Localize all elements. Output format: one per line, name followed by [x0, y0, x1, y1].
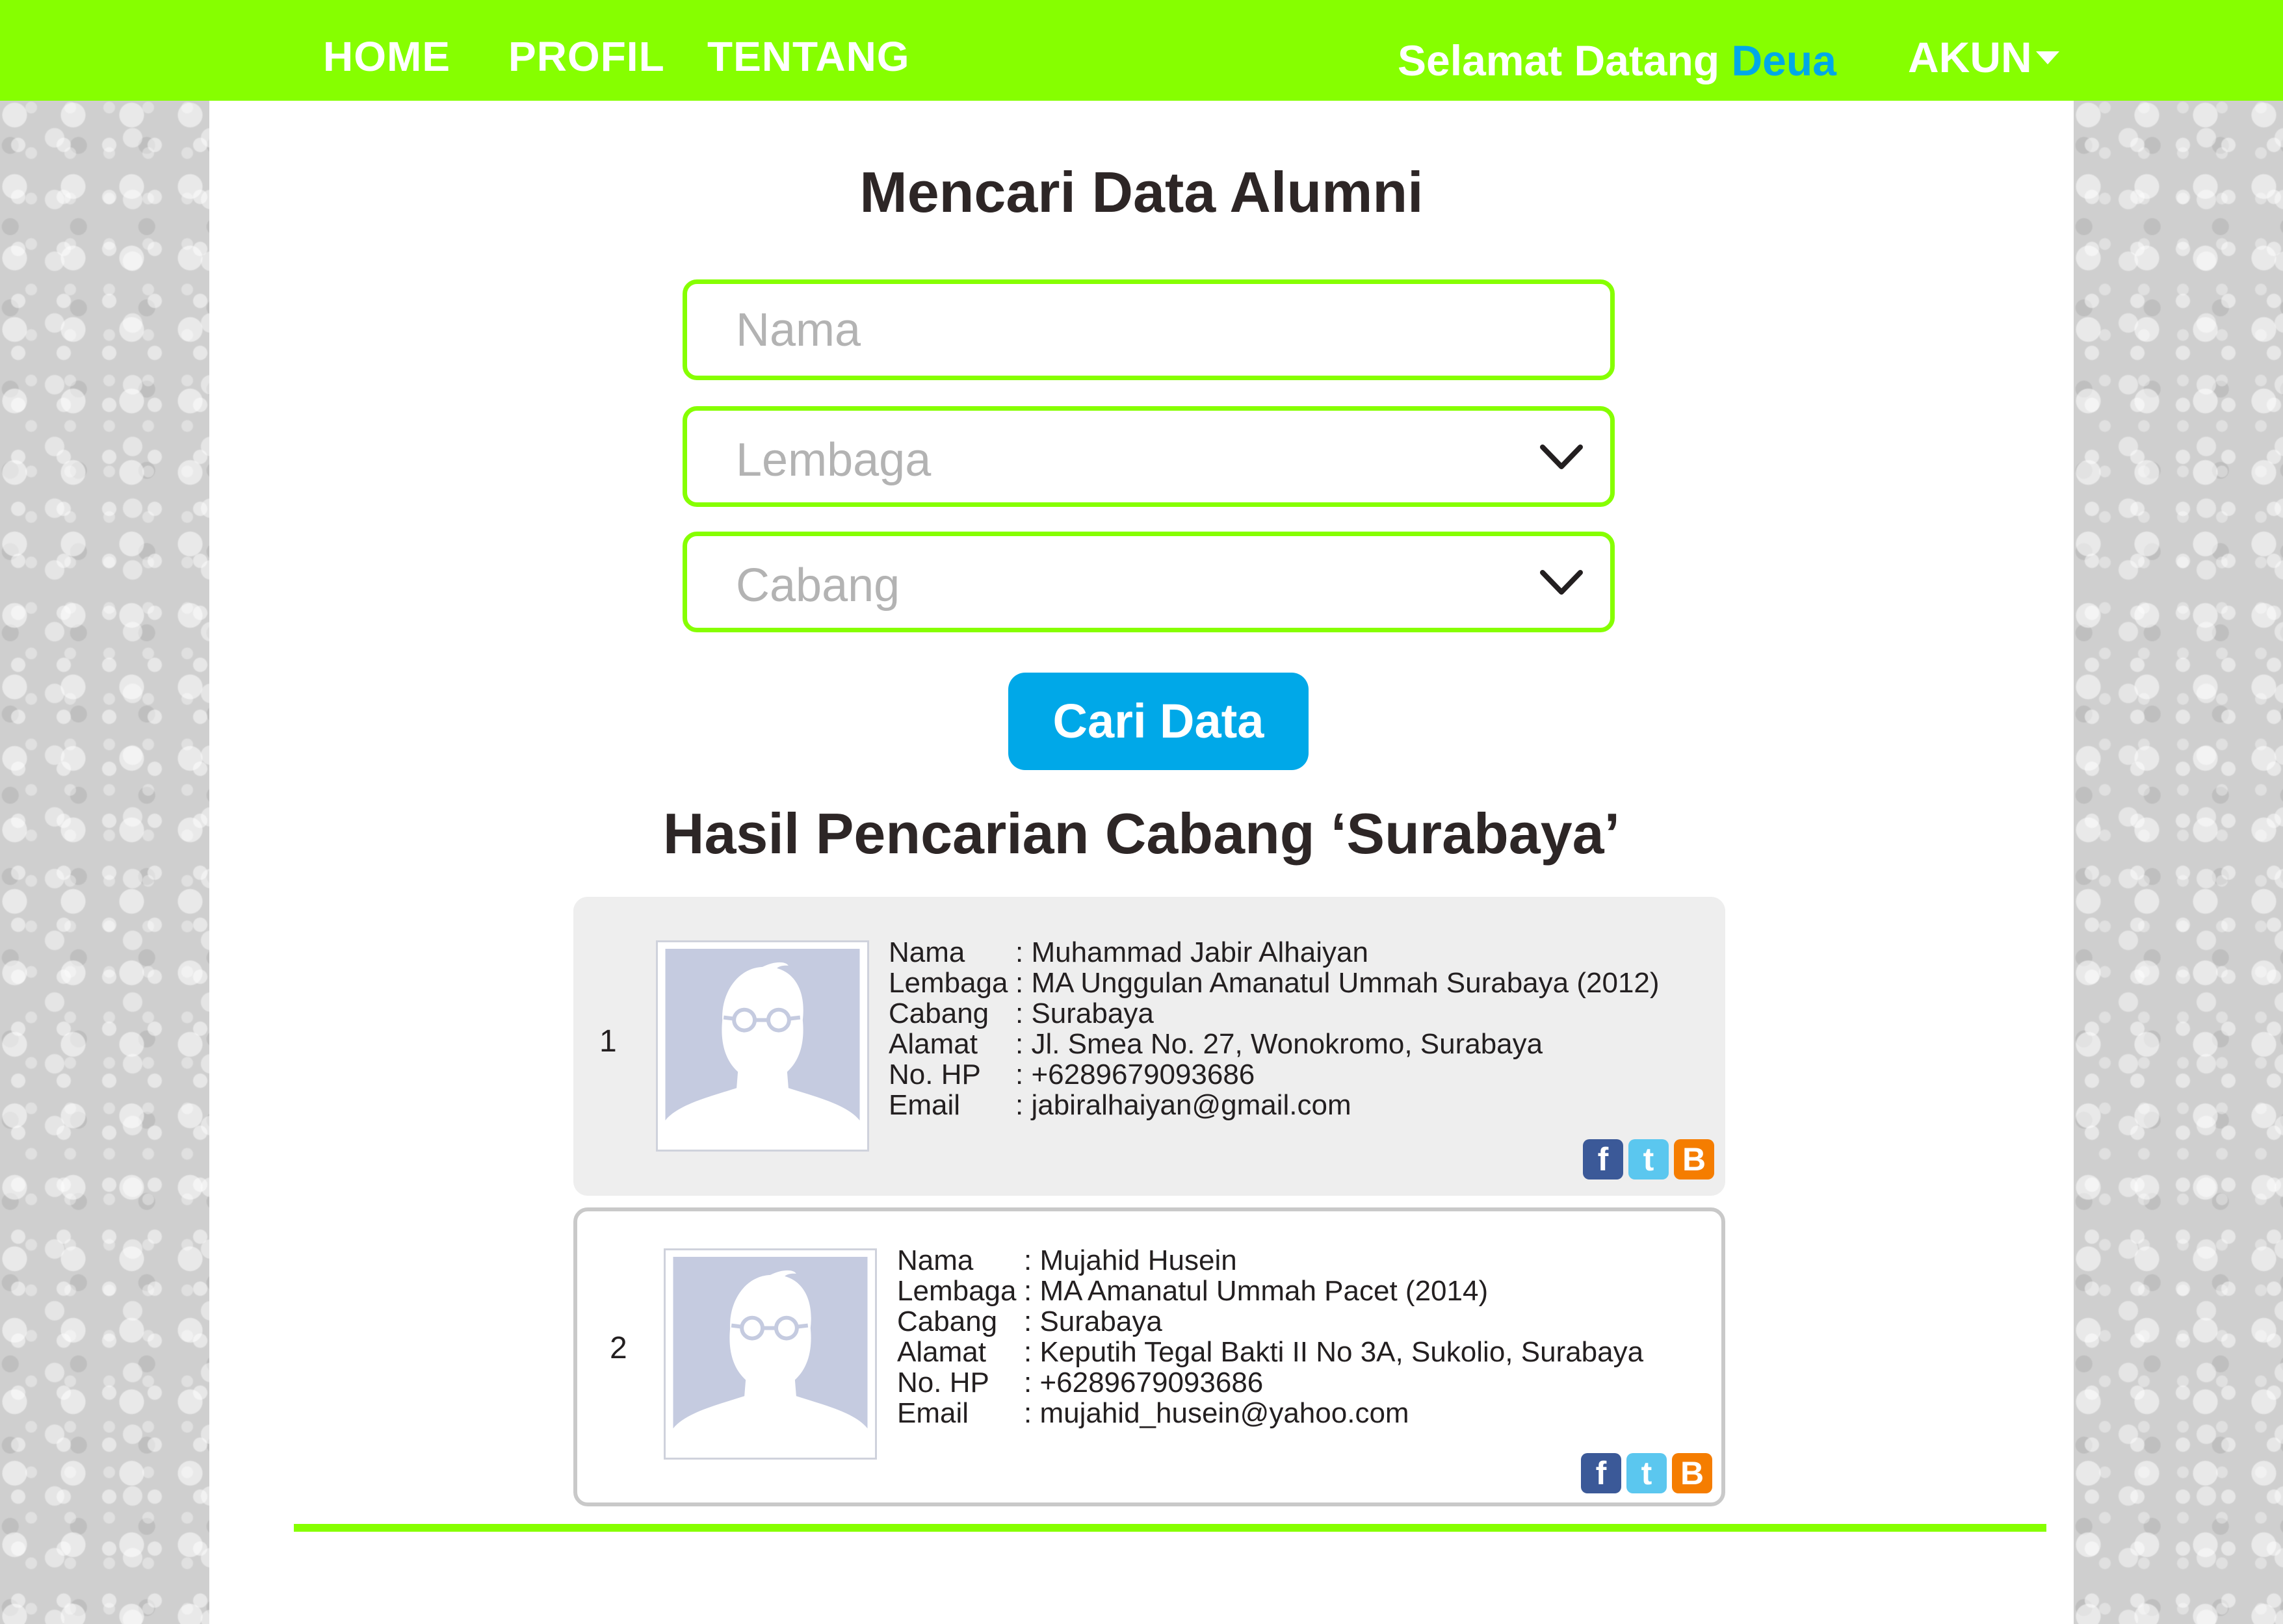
cabang-select-label: Cabang — [736, 560, 900, 612]
nama-value: : Muhammad Jabir Alhaiyan — [1015, 936, 1368, 968]
nav-tentang-link[interactable]: TENTANG — [707, 32, 910, 81]
email-value: : jabiralhaiyan@gmail.com — [1015, 1089, 1351, 1121]
page-title: Mencari Data Alumni — [859, 160, 1424, 224]
twitter-icon[interactable]: t — [1628, 1139, 1669, 1179]
cabang-select[interactable]: Cabang — [683, 532, 1615, 632]
nama-label: Nama — [889, 936, 965, 968]
cabang-value: : Surabaya — [1024, 1306, 1162, 1337]
social-links: f t B — [1581, 1453, 1712, 1493]
results-title: Hasil Pencarian Cabang ‘Surabaya’ — [662, 801, 1621, 866]
email-value: : mujahid_husein@yahoo.com — [1024, 1397, 1409, 1429]
top-navbar: HOME PROFIL TENTANG Selamat Datang Deua … — [0, 0, 2283, 101]
nav-home-link[interactable]: HOME — [323, 32, 450, 81]
nama-label: Nama — [897, 1244, 974, 1276]
hp-label: No. HP — [897, 1367, 989, 1398]
social-links: f t B — [1583, 1139, 1714, 1179]
caret-down-icon — [2035, 51, 2059, 64]
email-label: Email — [897, 1397, 969, 1429]
chevron-down-icon — [1540, 445, 1583, 469]
blogger-icon[interactable]: B — [1672, 1453, 1712, 1493]
cabang-label: Cabang — [897, 1306, 998, 1337]
account-menu-button[interactable]: AKUN — [1908, 32, 2059, 82]
welcome-message: Selamat Datang Deua — [1398, 36, 1836, 85]
name-input[interactable] — [687, 284, 1610, 376]
alamat-value: : Keputih Tegal Bakti II No 3A, Sukolio,… — [1024, 1336, 1644, 1368]
footer-divider — [294, 1524, 2046, 1532]
blogger-icon[interactable]: B — [1674, 1139, 1714, 1179]
lembaga-value: : MA Amanatul Ummah Pacet (2014) — [1024, 1275, 1489, 1307]
nama-value: : Mujahid Husein — [1024, 1244, 1237, 1276]
cabang-label: Cabang — [889, 998, 989, 1029]
chevron-down-icon — [1540, 570, 1583, 595]
facebook-icon[interactable]: f — [1583, 1139, 1623, 1179]
alamat-label: Alamat — [889, 1028, 978, 1060]
lembaga-select[interactable]: Lembaga — [683, 406, 1615, 507]
avatar-placeholder-icon — [673, 1257, 868, 1451]
email-label: Email — [889, 1089, 961, 1121]
welcome-prefix: Selamat Datang — [1398, 36, 1720, 84]
twitter-icon[interactable]: t — [1626, 1453, 1667, 1493]
alumni-info: Nama : Muhammad Jabir Alhaiyan Lembaga: M… — [889, 937, 1660, 1120]
hp-value: : +6289679093686 — [1024, 1367, 1264, 1398]
result-card: 1 Nama : Muhammad Jabir Alhaiyan Lembaga:… — [573, 897, 1725, 1196]
cabang-value: : Surabaya — [1015, 998, 1154, 1029]
avatar-placeholder-icon — [665, 949, 860, 1143]
username: Deua — [1731, 36, 1836, 84]
name-field — [683, 279, 1615, 380]
lembaga-label: Lembaga — [889, 967, 1008, 999]
alamat-value: : Jl. Smea No. 27, Wonokromo, Surabaya — [1015, 1028, 1543, 1060]
facebook-icon[interactable]: f — [1581, 1453, 1621, 1493]
profile-photo — [656, 940, 869, 1152]
hp-value: : +6289679093686 — [1015, 1059, 1255, 1090]
alumni-info: Nama : Mujahid Husein Lembaga: MA Amanatu… — [897, 1245, 1643, 1428]
hp-label: No. HP — [889, 1059, 981, 1090]
lembaga-value: : MA Unggulan Amanatul Ummah Surabaya (2… — [1015, 967, 1660, 999]
lembaga-select-label: Lembaga — [736, 434, 932, 486]
profile-photo — [664, 1248, 877, 1460]
result-card: 2 Nama : Mujahid Husein Lembaga: MA Amana… — [573, 1207, 1725, 1506]
lembaga-label: Lembaga — [897, 1275, 1017, 1307]
nav-profil-link[interactable]: PROFIL — [508, 32, 665, 81]
page: HOME PROFIL TENTANG Selamat Datang Deua … — [0, 0, 2283, 1624]
search-button[interactable]: Cari Data — [1008, 673, 1309, 770]
account-label: AKUN — [1908, 33, 2032, 81]
result-number: 2 — [610, 1331, 627, 1365]
result-number: 1 — [599, 1024, 617, 1059]
alamat-label: Alamat — [897, 1336, 986, 1368]
